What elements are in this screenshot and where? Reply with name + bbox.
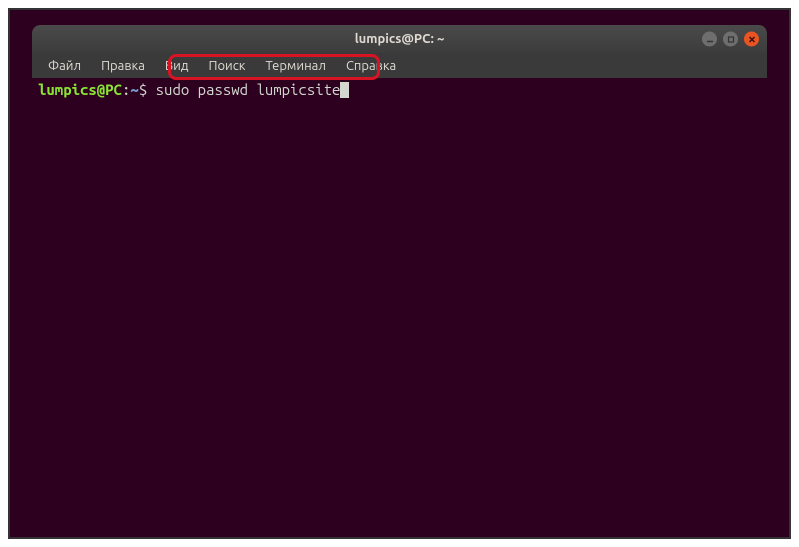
menubar: Файл Правка Вид Поиск Терминал Справка: [32, 53, 767, 78]
minimize-icon: [706, 35, 714, 43]
menu-view[interactable]: Вид: [157, 56, 197, 76]
command-text: sudo passwd lumpicsite: [147, 81, 340, 98]
command-value: sudo passwd lumpicsite: [156, 81, 341, 98]
maximize-button[interactable]: [723, 32, 738, 47]
window-controls: [702, 32, 759, 47]
close-button[interactable]: [744, 32, 759, 47]
menu-help[interactable]: Справка: [338, 56, 404, 76]
terminal-body[interactable]: lumpics@PC:~$ sudo passwd lumpicsite: [32, 78, 767, 522]
menu-terminal[interactable]: Терминал: [257, 56, 333, 76]
titlebar[interactable]: lumpics@PC: ~: [32, 25, 767, 53]
cursor: [340, 82, 349, 98]
close-icon: [748, 35, 756, 43]
maximize-icon: [727, 35, 735, 43]
prompt-user-host: lumpics@PC: [38, 81, 122, 98]
terminal-window: lumpics@PC: ~ Файл Правка Вид Поиск Терм…: [32, 25, 767, 522]
prompt-dollar: $: [139, 81, 147, 98]
menu-edit[interactable]: Правка: [93, 56, 153, 76]
menu-file[interactable]: Файл: [40, 56, 89, 76]
minimize-button[interactable]: [702, 32, 717, 47]
terminal-line: lumpics@PC:~$ sudo passwd lumpicsite: [38, 81, 761, 99]
window-title: lumpics@PC: ~: [355, 32, 445, 46]
prompt-path: ~: [130, 81, 138, 98]
menu-search[interactable]: Поиск: [200, 56, 253, 76]
